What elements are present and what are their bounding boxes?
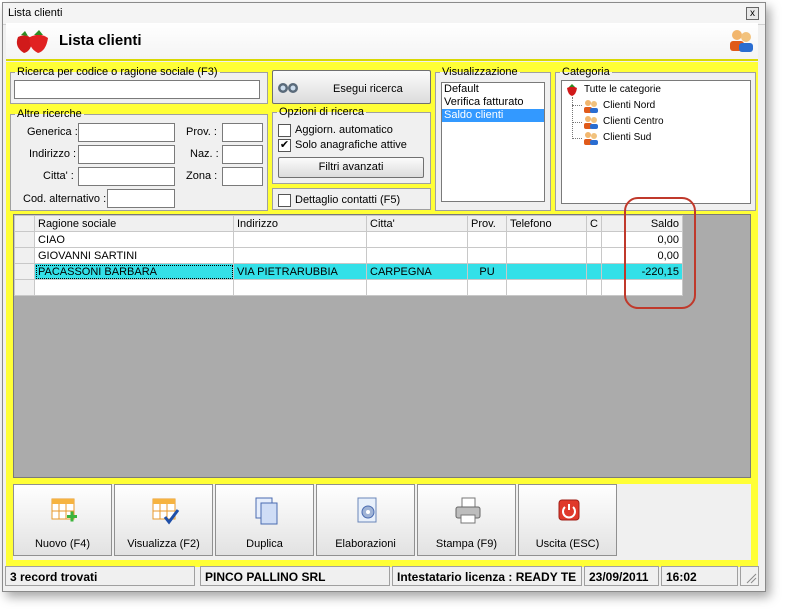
exit-button[interactable]: Uscita (ESC)	[518, 484, 617, 556]
category-tree[interactable]: Tutte le categorie Clienti Nord Clienti …	[561, 80, 751, 204]
view-button-label: Visualizza (F2)	[127, 538, 200, 550]
page-header: Lista clienti	[6, 23, 758, 61]
col-indirizzo[interactable]: Indirizzo	[233, 215, 367, 232]
active-only-checkbox[interactable]: ✔	[278, 139, 291, 152]
binoculars-icon	[278, 83, 298, 93]
prov-label: Prov. :	[186, 126, 217, 138]
view-item-fatturato[interactable]: Verifica fatturato	[442, 96, 544, 109]
citta-label: Citta' :	[43, 170, 74, 182]
code-search-legend: Ricerca per codice o ragione sociale (F3…	[17, 66, 218, 78]
run-search-button[interactable]: Esegui ricerca	[272, 70, 431, 104]
cod-alt-input[interactable]	[107, 189, 175, 208]
indirizzo-label: Indirizzo :	[29, 148, 77, 160]
table-row-empty[interactable]	[14, 279, 683, 296]
status-time: 16:02	[661, 566, 738, 586]
new-grid-icon	[51, 498, 77, 522]
table-header-row: Ragione sociale Indirizzo Citta' Prov. T…	[14, 215, 683, 232]
duplicate-button[interactable]: Duplica	[215, 484, 314, 556]
tree-item-sud[interactable]: Clienti Sud	[603, 132, 651, 143]
view-legend: Visualizzazione	[442, 66, 518, 78]
table-row-selected[interactable]: PACASSONI BARBARA VIA PIETRARUBBIA CARPE…	[14, 263, 683, 280]
exit-icon	[558, 499, 580, 521]
generica-label: Generica :	[27, 126, 78, 138]
auto-update-label: Aggiorn. automatico	[295, 124, 393, 136]
naz-input[interactable]	[222, 145, 263, 164]
naz-label: Naz. :	[190, 148, 219, 160]
search-options-legend: Opzioni di ricerca	[279, 106, 364, 118]
contact-detail-checkbox[interactable]	[278, 194, 291, 207]
code-search-input[interactable]	[14, 80, 260, 99]
print-button[interactable]: Stampa (F9)	[417, 484, 516, 556]
view-listbox[interactable]: Default Verifica fatturato Saldo clienti	[441, 82, 545, 202]
group-icon	[584, 100, 598, 113]
run-search-label: Esegui ricerca	[333, 83, 403, 95]
view-item-default[interactable]: Default	[442, 83, 544, 96]
auto-update-checkbox[interactable]	[278, 124, 291, 137]
col-citta[interactable]: Citta'	[366, 215, 468, 232]
indirizzo-input[interactable]	[78, 145, 175, 164]
tree-item-centro[interactable]: Clienti Centro	[603, 116, 664, 127]
generica-input[interactable]	[78, 123, 175, 142]
category-legend: Categoria	[562, 66, 610, 78]
new-button[interactable]: Nuovo (F4)	[13, 484, 112, 556]
saldo-annotation-circle	[624, 197, 696, 309]
new-button-label: Nuovo (F4)	[34, 538, 91, 550]
view-grid-icon	[152, 498, 180, 525]
strawberry-logo-icon	[16, 30, 48, 53]
window-title: Lista clienti	[8, 7, 63, 19]
license-holder: Intestatario licenza : READY TE	[392, 566, 582, 586]
contact-detail-label: Dettaglio contatti (F5)	[295, 194, 401, 206]
close-icon[interactable]: x	[746, 7, 759, 20]
col-prov[interactable]: Prov.	[467, 215, 507, 232]
exit-button-label: Uscita (ESC)	[535, 538, 600, 550]
strawberry-icon	[567, 84, 577, 96]
record-count: 3 record trovati	[5, 566, 195, 586]
view-button[interactable]: Visualizza (F2)	[114, 484, 213, 556]
zona-label: Zona :	[186, 170, 218, 182]
cod-alt-label: Cod. alternativo :	[23, 193, 107, 205]
status-date: 23/09/2011	[584, 566, 659, 586]
action-toolbar: Nuovo (F4) Visualizza (F2) Duplica Elabo…	[13, 484, 751, 560]
col-telefono[interactable]: Telefono	[506, 215, 587, 232]
active-only-label: Solo anagrafiche attive	[295, 139, 407, 151]
group-icon	[584, 116, 598, 129]
col-ragione-sociale[interactable]: Ragione sociale	[34, 215, 234, 232]
col-c[interactable]: C	[586, 215, 602, 232]
print-button-label: Stampa (F9)	[435, 538, 498, 550]
zona-input[interactable]	[222, 167, 263, 186]
gear-document-icon	[357, 497, 377, 523]
printer-icon	[455, 497, 481, 524]
tree-item-nord[interactable]: Clienti Nord	[603, 100, 655, 111]
title-bar: Lista clienti x	[3, 3, 765, 25]
resize-grip-icon[interactable]	[740, 566, 759, 586]
group-icon	[584, 132, 598, 145]
row-indicator-header	[14, 215, 35, 232]
elaborations-button-label: Elaborazioni	[335, 538, 396, 550]
company-name: PINCO PALLINO SRL	[200, 566, 390, 586]
duplicate-icon	[255, 497, 278, 525]
advanced-filters-button[interactable]: Filtri avanzati	[278, 157, 424, 178]
duplicate-button-label: Duplica	[246, 538, 283, 550]
users-icon	[730, 30, 753, 52]
tree-root-label[interactable]: Tutte le categorie	[584, 84, 661, 95]
elaborations-button[interactable]: Elaborazioni	[316, 484, 415, 556]
view-item-saldo[interactable]: Saldo clienti	[442, 109, 544, 122]
status-bar: 3 record trovati PINCO PALLINO SRL Intes…	[5, 566, 759, 586]
page-title: Lista clienti	[59, 32, 142, 49]
clients-table: Ragione sociale Indirizzo Citta' Prov. T…	[14, 215, 683, 296]
prov-input[interactable]	[222, 123, 263, 142]
table-row[interactable]: GIOVANNI SARTINI 0,00	[14, 247, 683, 264]
citta-input[interactable]	[78, 167, 175, 186]
table-row[interactable]: CIAO 0,00	[14, 231, 683, 248]
other-search-legend: Altre ricerche	[17, 108, 82, 120]
